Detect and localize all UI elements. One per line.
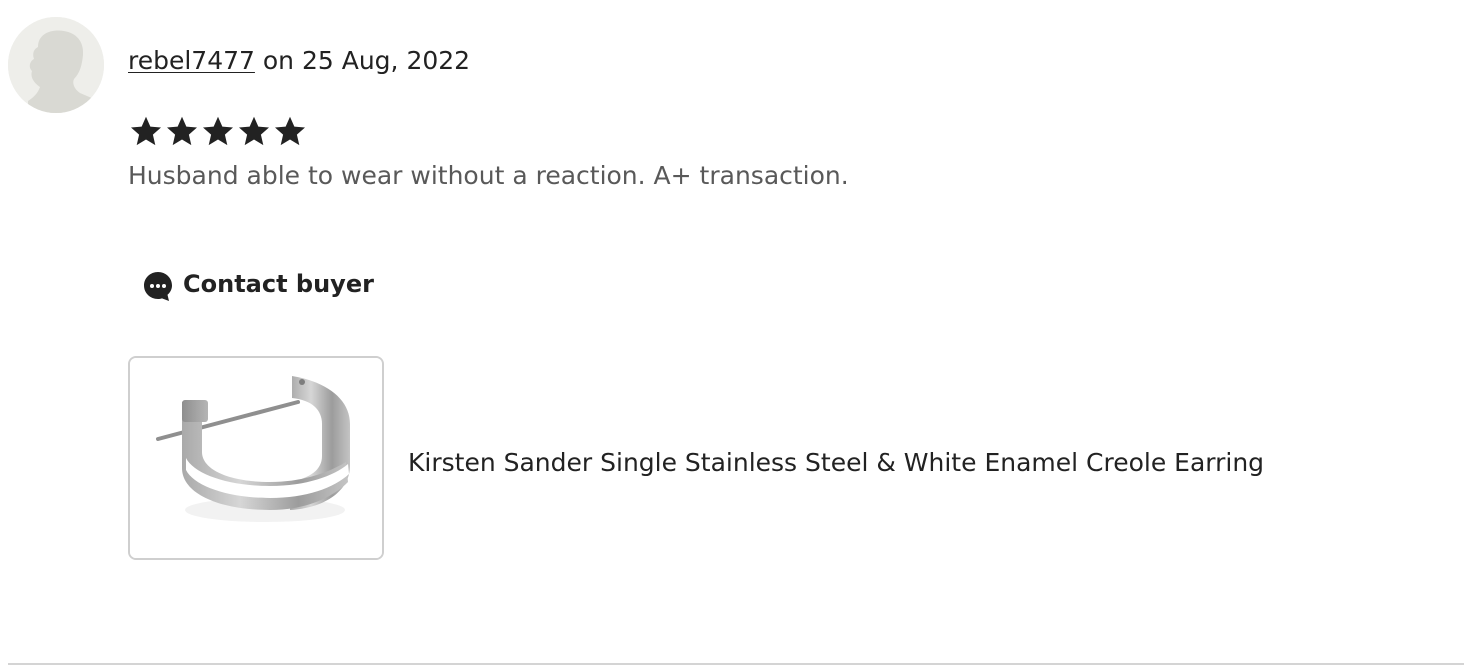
chat-bubble-icon [144, 272, 172, 301]
star-filled-icon [167, 116, 197, 146]
review-divider [8, 663, 1464, 665]
star-rating [128, 112, 308, 150]
avatar-silhouette-icon [8, 17, 104, 113]
reviewer-avatar[interactable] [8, 17, 104, 113]
review-date: on 25 Aug, 2022 [254, 46, 471, 75]
reviewer-name-link[interactable]: rebel7477 [128, 46, 255, 75]
star-filled-icon [203, 116, 233, 146]
review-text: Husband able to wear without a reaction.… [128, 161, 849, 190]
star-filled-icon [275, 116, 305, 146]
review-card: rebel7477 on 25 Aug, 2022 Husband able t… [0, 0, 1464, 670]
contact-buyer-button[interactable]: Contact buyer [142, 264, 374, 304]
contact-buyer-label: Contact buyer [183, 270, 374, 298]
star-filled-icon [239, 116, 269, 146]
review-byline: rebel7477 on 25 Aug, 2022 [128, 44, 470, 78]
product-title-link[interactable]: Kirsten Sander Single Stainless Steel & … [408, 444, 1264, 482]
product-thumbnail[interactable] [128, 356, 384, 560]
earring-product-image [130, 358, 382, 558]
star-filled-icon [131, 116, 161, 146]
